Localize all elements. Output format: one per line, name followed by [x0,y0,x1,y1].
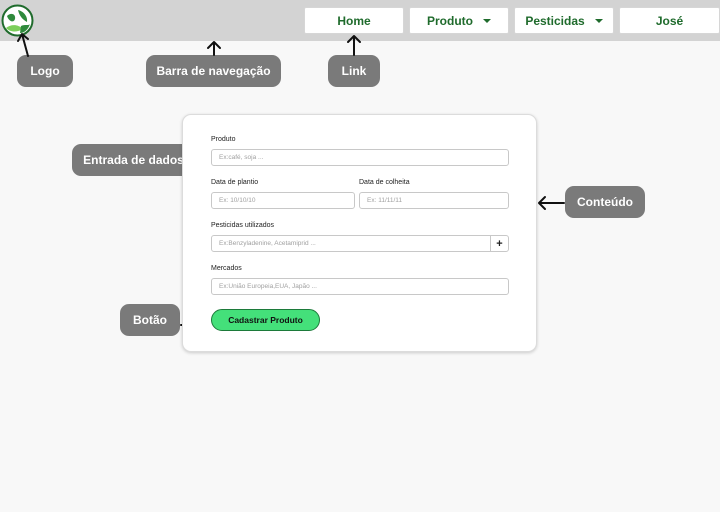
nav-dropdown-produto[interactable]: Produto [409,7,509,34]
nav-user-jose[interactable]: José [619,7,720,34]
annotation-link-text: Link [341,64,367,78]
annotation-navbar: Barra de navegação [146,55,281,87]
caret-down-icon [483,18,491,23]
add-pesticida-button[interactable]: + [490,235,509,252]
annotation-logo: Logo [17,55,73,87]
data-colheita-label: Data de colheita [359,179,410,186]
annotation-link: Link [328,55,380,87]
arrow-left-icon [538,196,565,210]
annotation-logo-text: Logo [30,64,60,78]
mercados-input[interactable] [211,278,509,295]
caret-down-icon [594,18,603,23]
arrow-up-icon [347,35,361,56]
arrow-up-icon [207,41,221,56]
mercados-label: Mercados [211,265,242,272]
data-plantio-label: Data de plantio [211,179,259,186]
arrow-up-icon [17,33,29,57]
plus-icon: + [496,237,503,250]
data-plantio-input[interactable] [211,192,355,209]
annotation-botao: Botão [120,304,180,336]
annotation-conteudo-text: Conteúdo [577,195,633,209]
nav-link-home-label: Home [337,13,371,28]
nav-dropdown-pesticidas-label: Pesticidas [525,13,585,28]
produto-label: Produto [211,136,236,143]
pesticidas-label: Pesticidas utilizados [211,222,275,229]
produto-input[interactable] [211,149,509,166]
annotation-navbar-text: Barra de navegação [156,64,271,78]
annotation-conteudo: Conteúdo [565,186,645,218]
cadastrar-produto-label: Cadastrar Produto [228,315,303,325]
nav-dropdown-pesticidas[interactable]: Pesticidas [514,7,614,34]
pesticidas-input[interactable] [211,235,491,252]
data-colheita-input[interactable] [359,192,509,209]
nav-dropdown-produto-label: Produto [427,13,473,28]
cadastrar-produto-button[interactable]: Cadastrar Produto [211,309,320,331]
nav-link-home[interactable]: Home [304,7,404,34]
annotation-entrada: Entrada de dados [72,144,195,176]
annotation-entrada-text: Entrada de dados [83,153,184,167]
annotation-botao-text: Botão [133,313,167,327]
nav-user-label: José [655,13,684,28]
